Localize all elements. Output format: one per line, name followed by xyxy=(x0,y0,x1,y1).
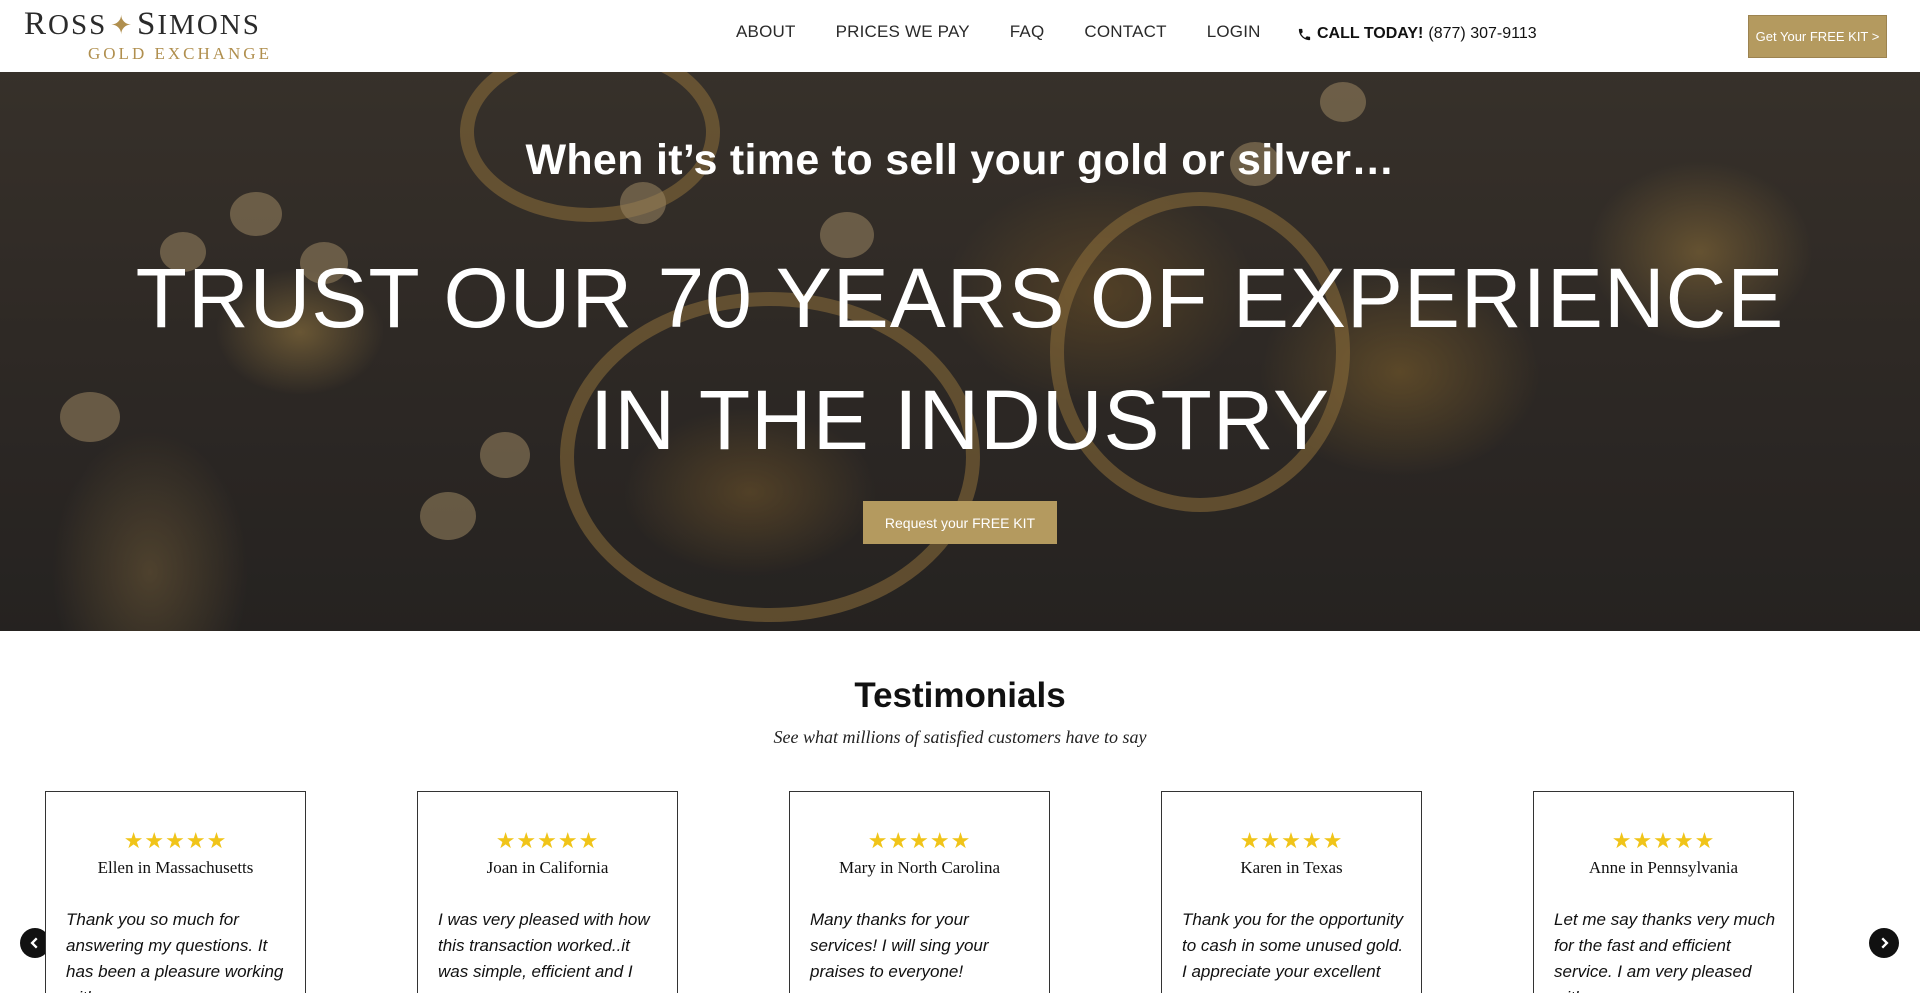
logo[interactable]: ROSS ✦SIMONS GOLD EXCHANGE xyxy=(24,6,274,64)
hero-banner: When it’s time to sell your gold or silv… xyxy=(0,72,1920,631)
nav-faq[interactable]: FAQ xyxy=(1010,22,1045,42)
hero-title-line1: TRUST OUR 70 YEARS OF EXPERIENCE xyxy=(135,251,1785,345)
testimonials-subheading: See what millions of satisfied customers… xyxy=(773,727,1147,747)
phone-prefix: CALL TODAY! xyxy=(1317,25,1424,42)
testimonial-author: Joan in California xyxy=(486,858,609,877)
testimonial-card: ★★★★★ Joan in California I was very plea… xyxy=(417,791,678,993)
testimonial-author: Mary in North Carolina xyxy=(839,858,1000,877)
testimonial-card: ★★★★★ Ellen in Massachusetts Thank you s… xyxy=(45,791,306,993)
hero-title-line2: IN THE INDUSTRY xyxy=(590,373,1330,467)
testimonials-heading: Testimonials xyxy=(854,676,1066,715)
request-free-kit-button[interactable]: Request your FREE KIT xyxy=(863,501,1057,544)
logo-subtitle: GOLD EXCHANGE xyxy=(88,44,272,63)
chevron-left-icon xyxy=(30,937,38,949)
star-rating: ★★★★★ xyxy=(1611,828,1716,853)
testimonial-card: ★★★★★ Karen in Texas Thank you for the o… xyxy=(1161,791,1422,993)
star-rating: ★★★★★ xyxy=(1239,828,1344,853)
nav-about[interactable]: ABOUT xyxy=(736,22,796,42)
testimonial-card: ★★★★★ Mary in North Carolina Many thanks… xyxy=(789,791,1050,993)
carousel-next-button[interactable] xyxy=(1869,928,1899,958)
phone-cta[interactable]: CALL TODAY! (877) 307-9113 xyxy=(1297,25,1537,43)
star-rating: ★★★★★ xyxy=(495,828,600,853)
phone-icon xyxy=(1298,28,1311,40)
star-rating: ★★★★★ xyxy=(123,828,228,853)
testimonial-card: ★★★★★ Anne in Pennsylvania Let me say th… xyxy=(1533,791,1794,993)
nav-prices-we-pay[interactable]: PRICES WE PAY xyxy=(836,22,970,42)
hero-title: TRUST OUR 70 YEARS OF EXPERIENCE IN THE … xyxy=(0,237,1920,481)
testimonial-author: Karen in Texas xyxy=(1240,858,1343,877)
site-header: ROSS ✦SIMONS GOLD EXCHANGE ABOUT PRICES W… xyxy=(0,0,1920,72)
get-free-kit-button[interactable]: Get Your FREE KIT > xyxy=(1748,15,1887,58)
phone-number: (877) 307-9113 xyxy=(1428,25,1537,42)
testimonial-text: I was very pleased with how this transac… xyxy=(438,910,650,993)
testimonial-author: Ellen in Massachusetts xyxy=(97,858,254,877)
testimonial-text: Many thanks for your services! I will si… xyxy=(810,910,989,981)
testimonial-text: Thank you for the opportunity to cash in… xyxy=(1182,910,1404,981)
testimonial-text: Thank you so much for answering my quest… xyxy=(66,910,284,993)
chevron-right-icon xyxy=(1881,937,1889,949)
star-rating: ★★★★★ xyxy=(867,828,972,853)
main-nav: ABOUT PRICES WE PAY FAQ CONTACT LOGIN xyxy=(736,22,1301,42)
testimonial-author: Anne in Pennsylvania xyxy=(1588,858,1739,877)
nav-contact[interactable]: CONTACT xyxy=(1084,22,1166,42)
testimonial-text: Let me say thanks very much for the fast… xyxy=(1554,910,1776,993)
hero-subtitle: When it’s time to sell your gold or silv… xyxy=(525,136,1395,184)
nav-login[interactable]: LOGIN xyxy=(1207,22,1261,42)
logo-wordmark: ROSS ✦SIMONS xyxy=(24,6,261,42)
